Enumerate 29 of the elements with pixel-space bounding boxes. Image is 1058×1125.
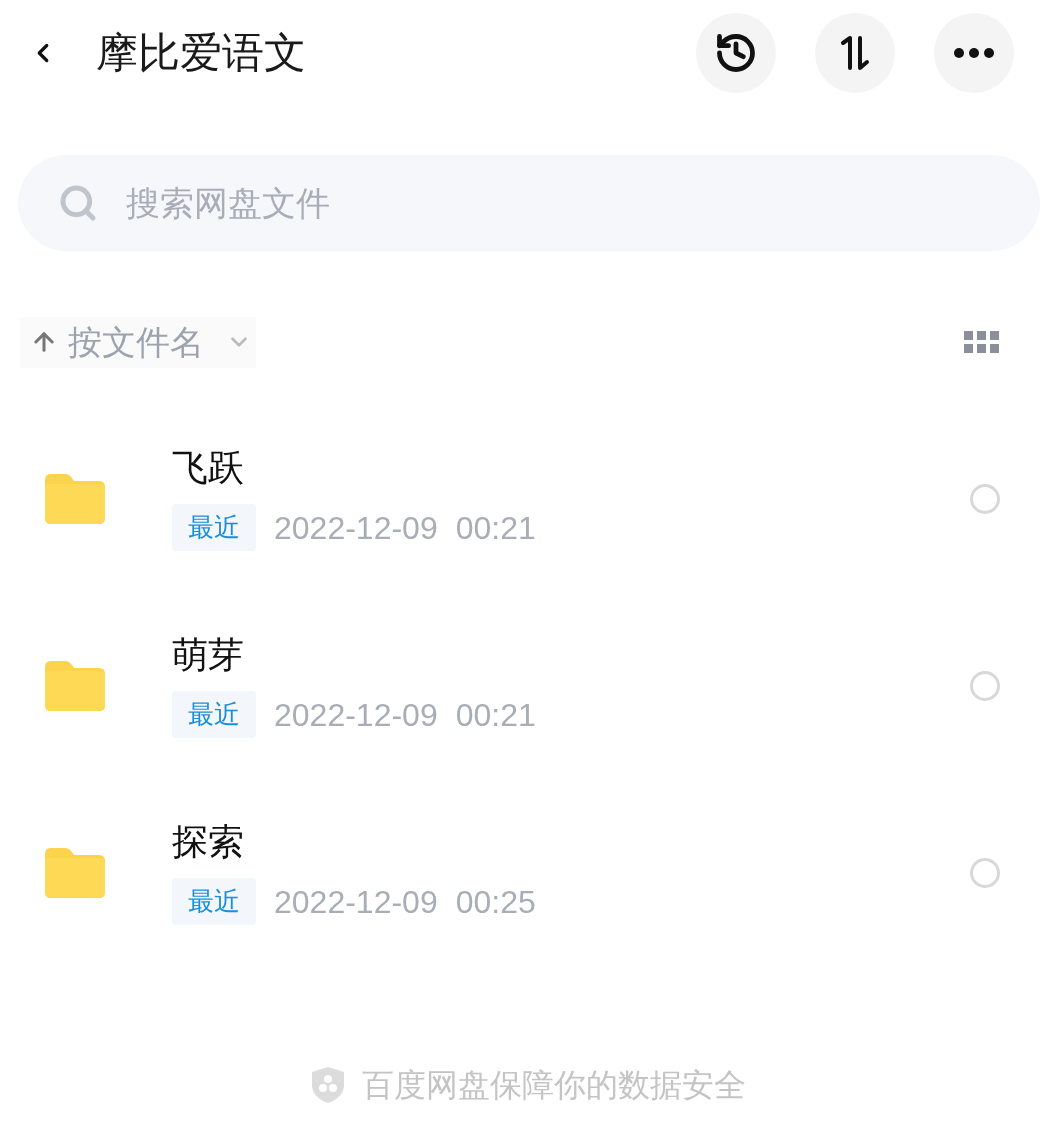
- file-name: 飞跃: [172, 445, 245, 490]
- file-name: 萌芽: [172, 632, 245, 677]
- folder-icon: [45, 847, 105, 898]
- file-time: 00:21: [455, 695, 536, 735]
- folder-icon: [45, 473, 105, 524]
- recent-tag: 最近: [172, 504, 256, 551]
- page-title: 摩比爱语文: [96, 28, 306, 78]
- file-name: 探索: [172, 819, 245, 864]
- shield-icon: [312, 1067, 344, 1103]
- search-field[interactable]: 搜索网盘文件: [18, 155, 1040, 251]
- file-time: 00:21: [455, 508, 536, 548]
- grid-view-icon[interactable]: [964, 331, 1000, 353]
- file-date: 2022-12-09: [274, 695, 438, 735]
- more-icon: [954, 47, 994, 58]
- select-radio[interactable]: [970, 670, 1000, 701]
- footer-note: 百度网盘保障你的数据安全: [362, 1066, 746, 1105]
- file-time: 00:25: [455, 882, 536, 922]
- folder-icon: [45, 660, 105, 711]
- search-icon: [58, 183, 98, 223]
- select-radio[interactable]: [970, 483, 1000, 514]
- file-row[interactable]: 萌芽 最近 2022-12-09 00:21: [0, 592, 1058, 779]
- select-radio[interactable]: [970, 857, 1000, 888]
- recent-tag: 最近: [172, 878, 256, 925]
- recent-tag: 最近: [172, 691, 256, 738]
- file-row[interactable]: 飞跃 最近 2022-12-09 00:21: [0, 405, 1058, 592]
- file-row[interactable]: 探索 最近 2022-12-09 00:25: [0, 779, 1058, 966]
- search-input[interactable]: 搜索网盘文件: [126, 177, 1000, 229]
- file-date: 2022-12-09: [274, 882, 438, 922]
- file-date: 2022-12-09: [274, 508, 438, 548]
